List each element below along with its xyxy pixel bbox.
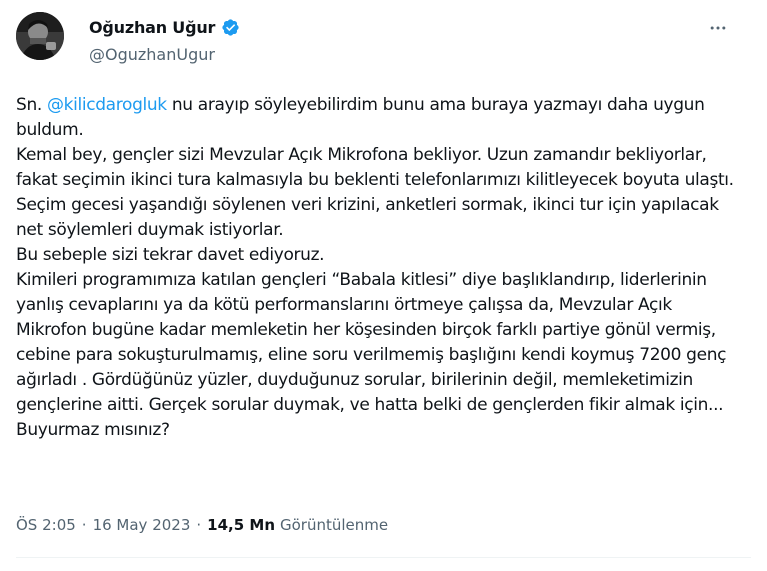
tweet-meta: ÖS 2:05 · 16 May 2023 · 14,5 Mn Görüntül… (16, 516, 388, 534)
verified-badge-icon (221, 18, 240, 37)
author-name[interactable]: Oğuzhan Uğur (89, 18, 215, 37)
meta-separator: · (196, 516, 202, 534)
avatar[interactable] (16, 12, 64, 60)
tweet-time[interactable]: ÖS 2:05 (16, 516, 76, 534)
tweet-text: Sn. @kilicdarogluk nu arayıp söyleyebili… (16, 93, 736, 443)
divider (16, 557, 751, 558)
avatar-image (16, 12, 64, 60)
author-handle[interactable]: @OguzhanUgur (89, 45, 215, 64)
mention-link[interactable]: @kilicdarogluk (47, 95, 167, 115)
more-options-button[interactable] (705, 18, 731, 38)
views-count[interactable]: 14,5 Mn (207, 516, 275, 534)
meta-separator: · (81, 516, 87, 534)
tweet-text-body: nu arayıp söyleyebilirdim bunu ama buray… (16, 95, 734, 440)
views-label: Görüntülenme (280, 516, 389, 534)
tweet-date[interactable]: 16 May 2023 (93, 516, 191, 534)
author-name-row: Oğuzhan Uğur (89, 18, 240, 37)
tweet-text-prefix: Sn. (16, 95, 47, 115)
tweet-card: Oğuzhan Uğur @OguzhanUgur Sn. @kilicdaro… (0, 0, 767, 571)
more-options-icon (710, 26, 726, 30)
